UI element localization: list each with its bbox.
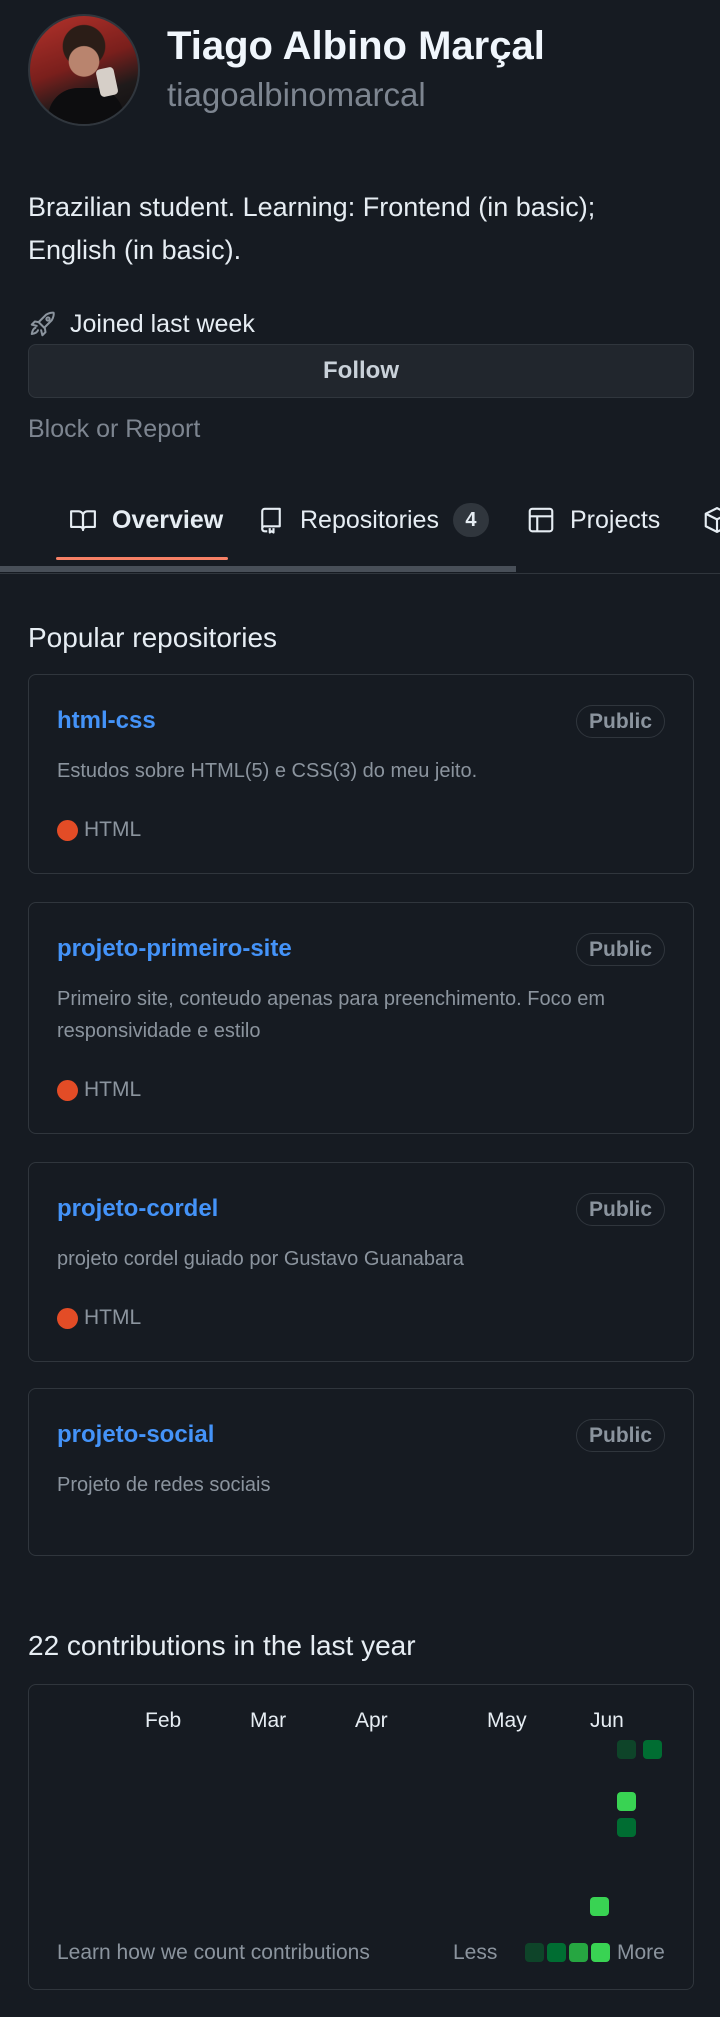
active-tab-indicator [56,557,228,560]
tab-packages[interactable] [702,500,720,540]
language-label: HTML [84,818,142,841]
legend-less-label: Less [453,1941,498,1964]
avatar[interactable] [28,14,140,126]
repo-language: HTML [57,1305,141,1331]
month-label: Mar [250,1709,287,1732]
package-icon [704,507,720,533]
repo-card: html-css Public Estudos sobre HTML(5) e … [28,674,694,874]
repo-card: projeto-social Public Projeto de redes s… [28,1388,694,1556]
contribution-cell[interactable] [590,1897,609,1916]
month-label: Jun [590,1709,624,1732]
repo-name-link[interactable]: projeto-primeiro-site [57,935,292,963]
repo-card: projeto-primeiro-site Public Primeiro si… [28,902,694,1134]
contribution-cell[interactable] [617,1818,636,1837]
tab-overview-label: Overview [112,505,224,534]
profile-fullname: Tiago Albino Marçal [167,24,545,68]
month-label: Apr [355,1709,388,1732]
legend-level-1 [525,1943,544,1962]
repo-name-link[interactable]: projeto-cordel [57,1195,218,1223]
follow-button[interactable]: Follow [28,344,694,398]
tab-projects-label: Projects [570,505,661,534]
language-color-dot [57,1307,78,1329]
joined-label: Joined last week [70,309,255,338]
profile-username: tiagoalbinomarcal [167,76,426,113]
legend-level-3 [569,1943,588,1962]
legend-level-2 [547,1943,566,1962]
repo-description: projeto cordel guiado por Gustavo Guanab… [57,1248,464,1270]
contributions-title: 22 contributions in the last year [28,1630,416,1661]
language-label: HTML [84,1306,142,1329]
tab-overview[interactable]: Overview [68,500,223,540]
profile-header: Tiago Albino Marçal tiagoalbinomarcal [28,14,698,132]
repo-description: Projeto de redes sociais [57,1474,271,1496]
repo-language: HTML [57,1077,141,1103]
repo-name-link[interactable]: projeto-social [57,1421,214,1449]
repo-language: HTML [57,817,141,843]
legend-more-label: More [617,1941,665,1964]
tab-repositories[interactable]: Repositories 4 [256,500,489,540]
month-label: May [487,1709,527,1732]
contribution-cell[interactable] [643,1740,662,1759]
repo-description: Estudos sobre HTML(5) e CSS(3) do meu je… [57,760,478,782]
repo-name-link[interactable]: html-css [57,707,156,735]
rocket-icon [30,311,55,337]
repositories-counter: 4 [452,503,489,537]
profile-bio: Brazilian student. Learning: Frontend (i… [28,192,596,265]
visibility-badge: Public [575,1419,665,1452]
visibility-badge: Public [575,933,665,966]
language-color-dot [57,819,78,841]
joined-info: Joined last week [28,306,255,342]
repo-icon [261,507,281,534]
visibility-badge: Public [575,1193,665,1226]
block-report-link[interactable]: Block or Report [28,415,200,444]
tab-repositories-label: Repositories [300,505,439,534]
tabs-scrollbar[interactable] [0,566,516,572]
book-icon [70,510,96,532]
contribution-graph: Feb Mar Apr May Jun Learn how we count c… [28,1684,694,1990]
popular-repos-title: Popular repositories [28,622,278,653]
contribution-cell[interactable] [617,1792,636,1811]
tab-projects[interactable]: Projects [526,500,660,540]
legend-level-4 [591,1943,610,1962]
repo-card: projeto-cordel Public projeto cordel gui… [28,1162,694,1362]
learn-contributions-link[interactable]: Learn how we count contributions [57,1941,370,1965]
language-label: HTML [84,1078,142,1101]
language-color-dot [57,1079,78,1101]
visibility-badge: Public [575,705,665,738]
table-icon [528,507,554,533]
month-label: Feb [145,1709,182,1732]
contribution-cell[interactable] [617,1740,636,1759]
profile-tabs: Overview Repositories 4 Projects [0,478,720,574]
repo-description: Primeiro site, conteudo apenas para pree… [57,988,606,1042]
